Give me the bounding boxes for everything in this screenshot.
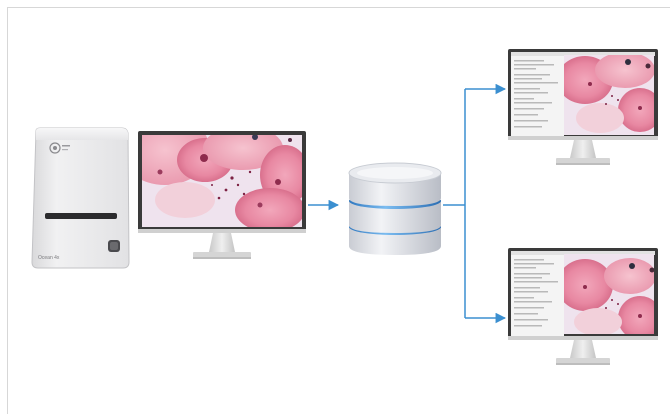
monitor-icon: [508, 49, 658, 165]
monitor-icon: [508, 248, 658, 365]
monitor-icon: [138, 131, 306, 259]
slide-scanner-icon: [31, 127, 130, 269]
viewer-tissue: [564, 55, 654, 135]
workflow-diagram: Ocean 4x: [0, 0, 670, 414]
scanner-model-label: Ocean 4x: [38, 255, 60, 261]
viewer-tissue: [564, 254, 654, 334]
slide-slot: [45, 213, 117, 219]
branch-connector: [443, 89, 466, 318]
diagram-canvas: Ocean 4x: [31, 49, 658, 365]
database-icon: [348, 162, 442, 255]
